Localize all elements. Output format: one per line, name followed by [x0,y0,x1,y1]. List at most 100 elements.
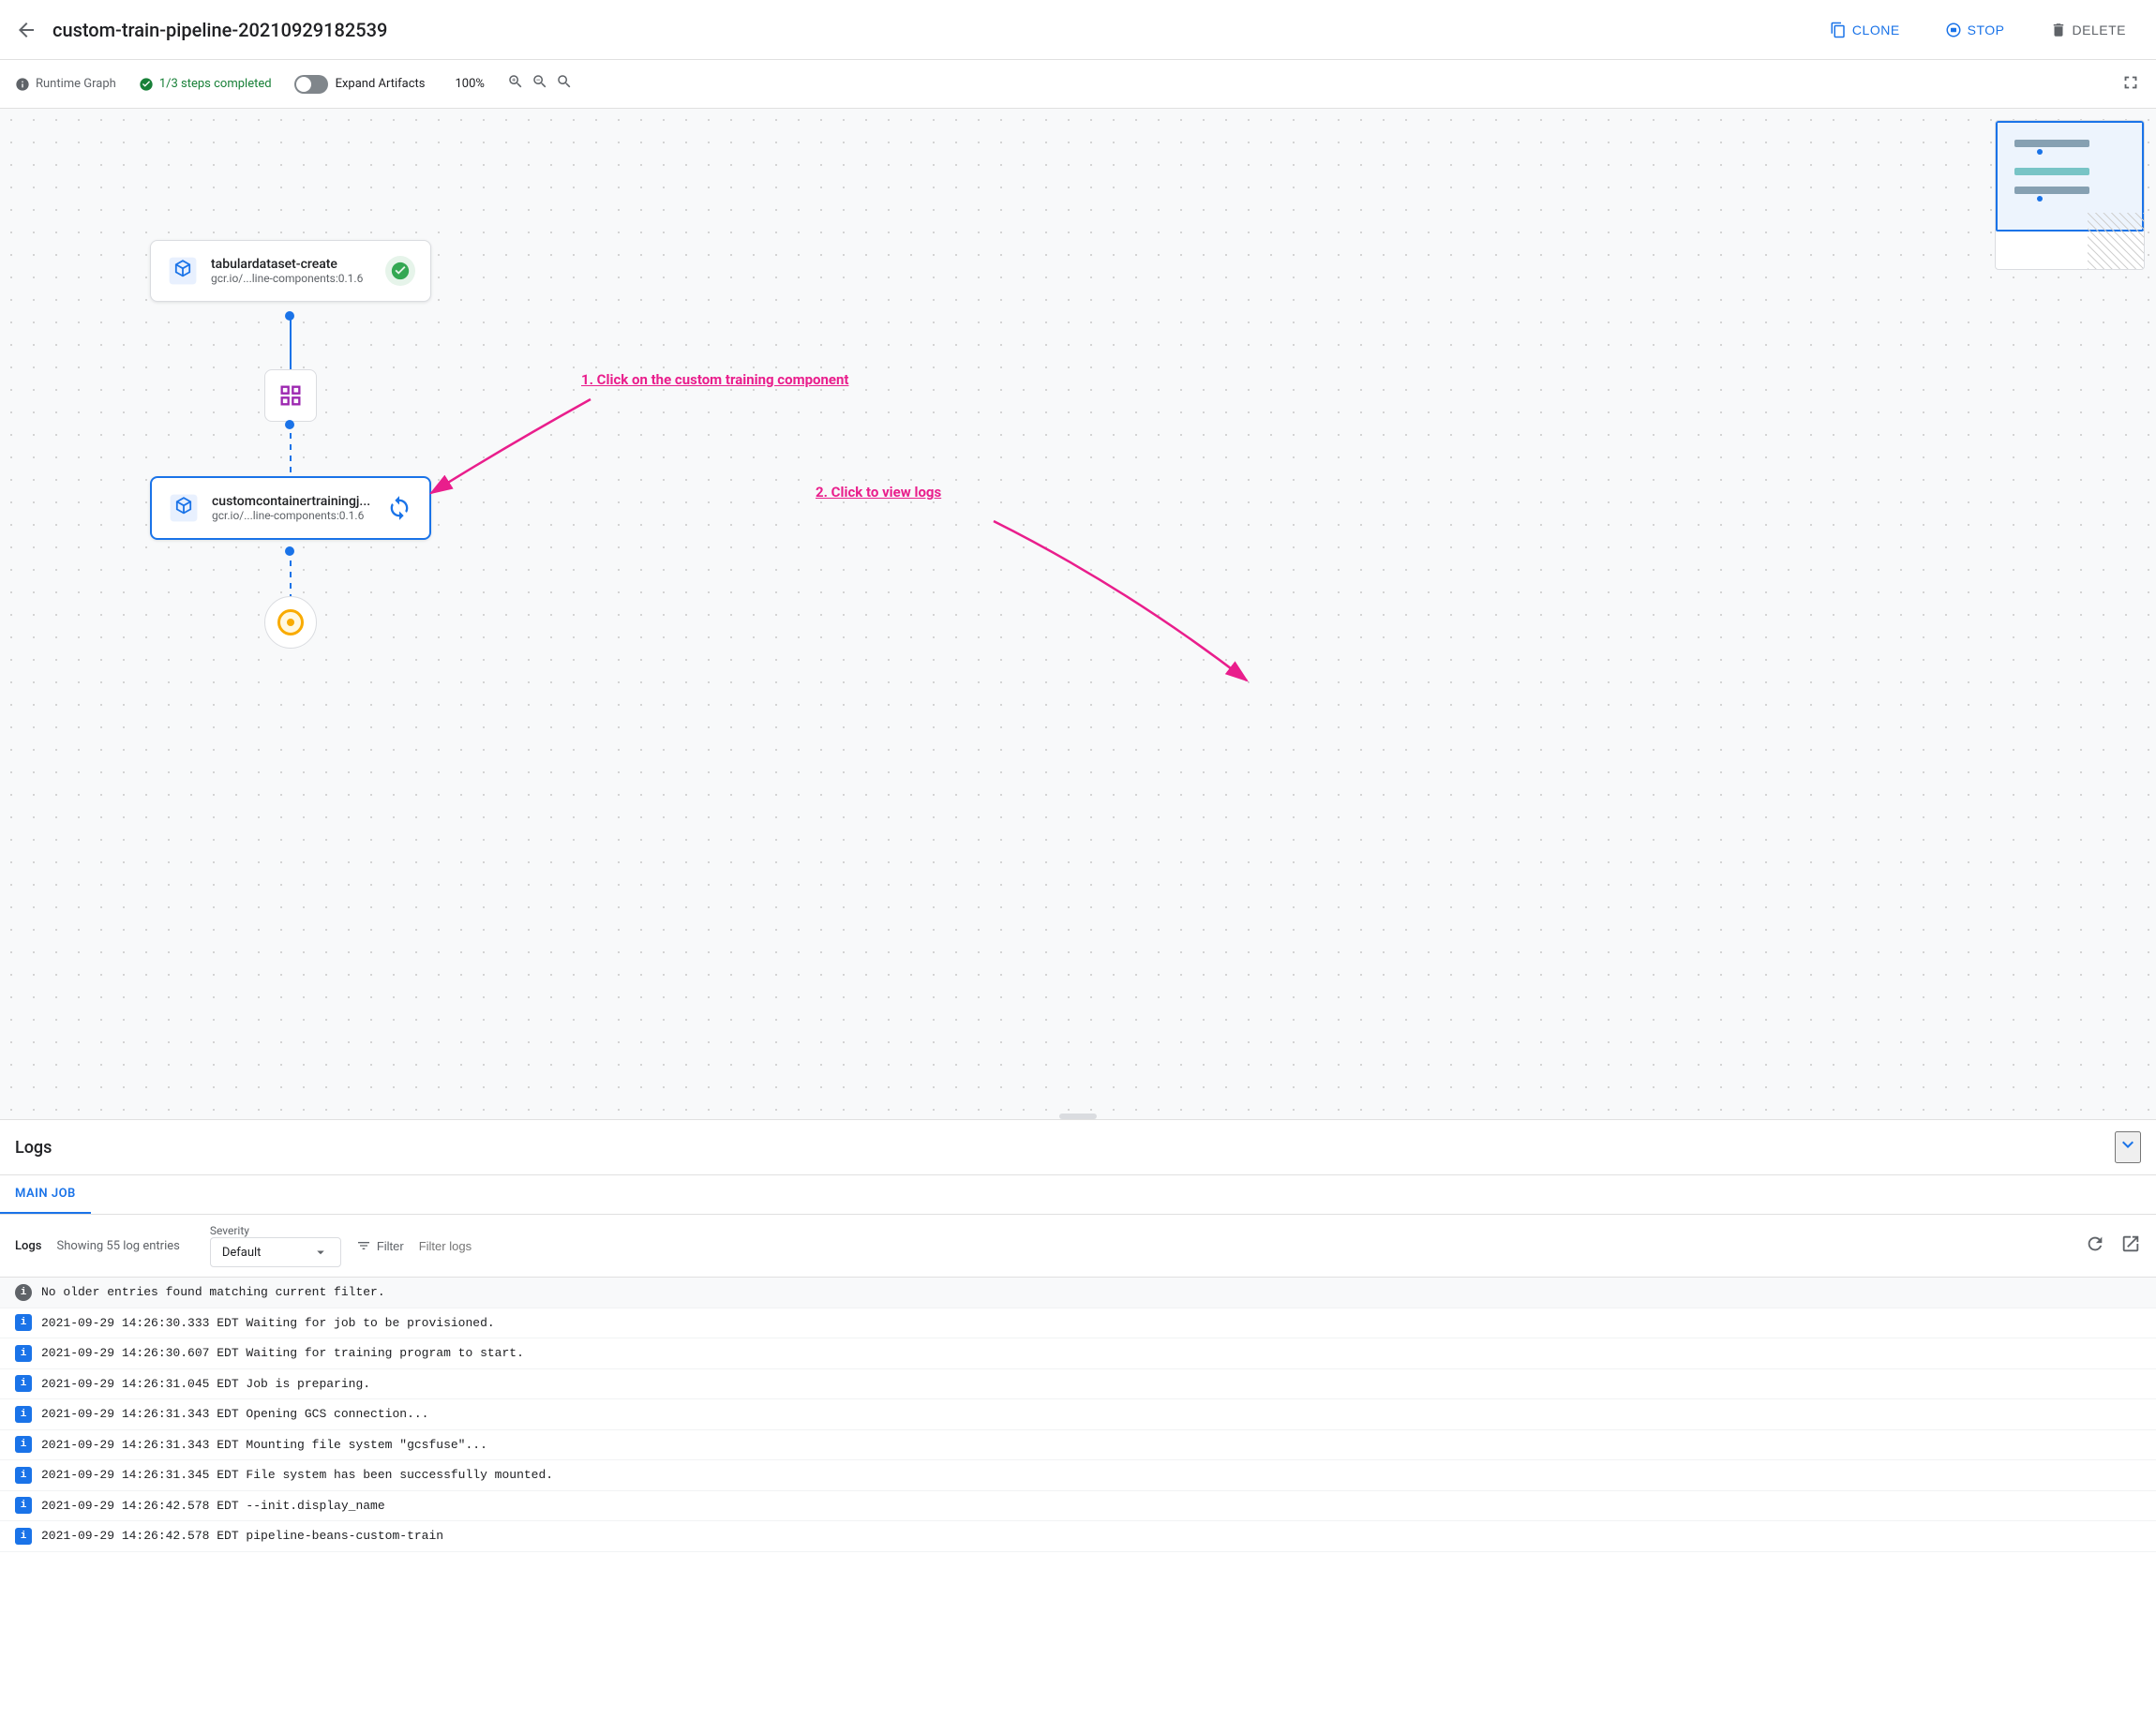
stop-button[interactable]: STOP [1930,14,2020,46]
expand-artifacts-label: Expand Artifacts [336,77,426,91]
log-entry-7: i 2021-09-29 14:26:42.578 EDT --init.dis… [0,1491,2156,1522]
zoom-controls [507,73,573,95]
main-area: tabulardataset-create gcr.io/...line-com… [0,109,2156,1719]
annotation-1: 1. Click on the custom training componen… [581,371,848,388]
zoom-out-button[interactable] [532,73,548,95]
log-text-4: 2021-09-29 14:26:31.343 EDT Opening GCS … [41,1405,428,1424]
connector-1-mid [290,313,292,369]
minimap-hatch [2088,213,2144,269]
header-actions: CLONE STOP DELETE [1815,14,2141,46]
log-entry-4: i 2021-09-29 14:26:31.343 EDT Opening GC… [0,1399,2156,1430]
expand-artifacts-group: Expand Artifacts [294,75,426,94]
log-entry-1: i 2021-09-29 14:26:30.333 EDT Waiting fo… [0,1308,2156,1339]
log-icon-3: i [15,1375,32,1392]
refresh-button[interactable] [2085,1233,2105,1259]
node-tabulardataset[interactable]: tabulardataset-create gcr.io/...line-com… [150,240,431,302]
external-link-button[interactable] [2120,1233,2141,1259]
mid-node[interactable] [264,369,317,422]
minimap-inner [1996,121,2144,269]
zoom-in-button[interactable] [507,73,524,95]
info-circle-icon: i [15,1284,32,1301]
log-icon-6: i [15,1467,32,1484]
steps-completed-label: 1/3 steps completed [159,77,272,91]
log-entry-8: i 2021-09-29 14:26:42.578 EDT pipeline-b… [0,1521,2156,1552]
fullscreen-button[interactable] [2120,72,2141,96]
logs-panel: Logs MAIN JOB Logs Showing 55 log entrie… [0,1119,2156,1719]
runtime-graph-item[interactable]: Runtime Graph [15,77,116,92]
bottom-node-icon [277,609,304,635]
steps-completed: 1/3 steps completed [139,77,272,92]
clone-button[interactable]: CLONE [1815,14,1915,46]
minimap [1995,120,2145,270]
filter-input[interactable] [419,1239,2070,1253]
severity-select[interactable]: Default [210,1237,341,1267]
severity-group: Severity Default [210,1224,341,1267]
back-button[interactable] [15,19,37,41]
expand-artifacts-toggle[interactable] [294,75,328,94]
pending-dot [287,619,294,626]
log-entry-3: i 2021-09-29 14:26:31.045 EDT Job is pre… [0,1369,2156,1400]
pipeline-title: custom-train-pipeline-20210929182539 [52,19,1815,41]
log-text-7: 2021-09-29 14:26:42.578 EDT --init.displ… [41,1497,385,1516]
log-icon-7: i [15,1497,32,1514]
log-icon-4: i [15,1406,32,1423]
log-actions [2085,1233,2141,1259]
zoom-level: 100% [456,77,485,91]
arrow-1 [412,390,600,521]
logs-tabs: MAIN JOB [0,1175,2156,1215]
log-entry-5: i 2021-09-29 14:26:31.343 EDT Mounting f… [0,1430,2156,1461]
toggle-thumb [296,77,311,92]
log-text-3: 2021-09-29 14:26:31.045 EDT Job is prepa… [41,1375,370,1394]
clone-label: CLONE [1852,22,1900,37]
annotation-2: 2. Click to view logs [816,484,941,501]
toolbar: Runtime Graph 1/3 steps completed Expand… [0,60,2156,109]
log-entries[interactable]: i No older entries found matching curren… [0,1278,2156,1719]
connector-2-bottom [290,549,292,596]
log-icon-2: i [15,1345,32,1362]
toolbar-right [2120,72,2141,97]
resize-handle[interactable] [1059,1114,1097,1119]
node2-name: customcontainertrainingj... [212,494,373,509]
connector-mid-2 [290,422,292,478]
node1-name: tabulardataset-create [211,257,374,272]
runtime-graph-label: Runtime Graph [36,77,116,91]
tab-main-job[interactable]: MAIN JOB [0,1175,91,1214]
node1-status [385,256,415,286]
log-icon-5: i [15,1436,32,1453]
node1-sub: gcr.io/...line-components:0.1.6 [211,272,374,285]
node2-sub: gcr.io/...line-components:0.1.6 [212,509,373,522]
node1-info: tabulardataset-create gcr.io/...line-com… [211,257,374,285]
log-entry-6: i 2021-09-29 14:26:31.345 EDT File syste… [0,1460,2156,1491]
log-entry-2: i 2021-09-29 14:26:30.607 EDT Waiting fo… [0,1338,2156,1369]
node1-icon [166,254,200,288]
bottom-node[interactable] [264,596,317,649]
filter-button[interactable]: Filter [356,1238,404,1253]
severity-label: Severity [210,1224,337,1237]
log-label: Logs [15,1239,41,1253]
dot-3 [285,546,294,556]
log-entry-0: i No older entries found matching curren… [0,1278,2156,1308]
logs-title: Logs [15,1138,52,1158]
dot-2 [285,420,294,429]
zoom-fit-button[interactable] [556,73,573,95]
node2-icon [167,491,201,525]
log-icon-1: i [15,1314,32,1331]
log-text-5: 2021-09-29 14:26:31.343 EDT Mounting fil… [41,1436,487,1455]
logs-collapse-button[interactable] [2115,1131,2141,1163]
log-controls: Logs Showing 55 log entries Severity Def… [0,1215,2156,1278]
stop-label: STOP [1968,22,2005,37]
delete-label: DELETE [2073,22,2126,37]
logs-header: Logs [0,1120,2156,1175]
delete-button[interactable]: DELETE [2035,14,2141,46]
node2-info: customcontainertrainingj... gcr.io/...li… [212,494,373,522]
log-text-8: 2021-09-29 14:26:42.578 EDT pipeline-bea… [41,1527,443,1546]
log-text-2: 2021-09-29 14:26:30.607 EDT Waiting for … [41,1344,524,1363]
header: custom-train-pipeline-20210929182539 CLO… [0,0,2156,60]
log-text-0: No older entries found matching current … [41,1283,385,1302]
dot-1 [285,311,294,321]
log-icon-8: i [15,1528,32,1545]
filter-label: Filter [377,1239,404,1253]
arrow-2 [984,512,1265,699]
canvas-area[interactable]: tabulardataset-create gcr.io/...line-com… [0,109,2156,1119]
node-customcontainer[interactable]: customcontainertrainingj... gcr.io/...li… [150,476,431,540]
